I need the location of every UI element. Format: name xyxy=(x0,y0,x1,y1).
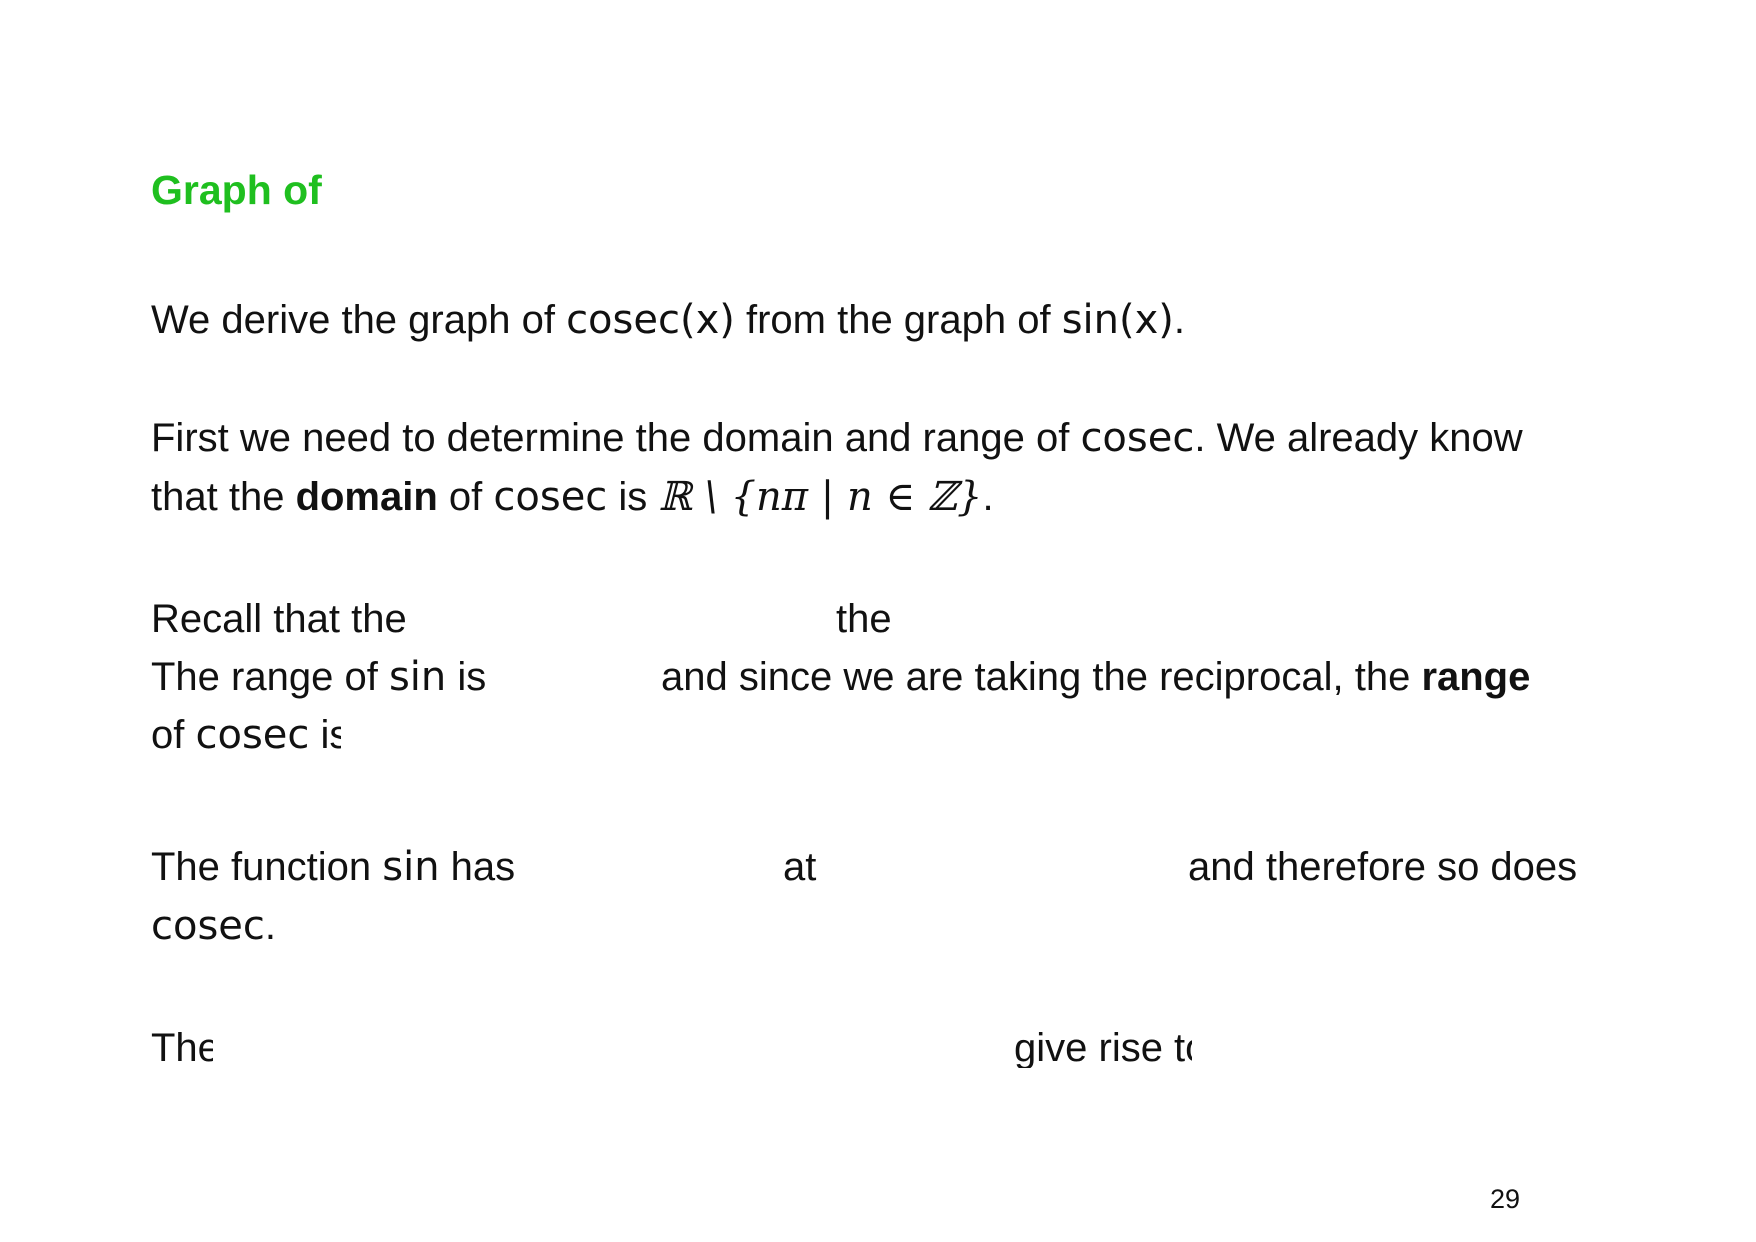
cosec-math-4: cosec xyxy=(151,903,265,949)
domain-line-1: First we need to determine the domain an… xyxy=(151,418,1523,458)
sin-math: sin xyxy=(388,654,447,700)
sin-x-math: sin(x) xyxy=(1061,297,1174,343)
intro-line: We derive the graph of cosec(x) from the… xyxy=(151,300,1185,340)
range-line-2-left: The range of sin is xyxy=(151,657,486,697)
domain-line-2: that the domain of cosec is ℝ \ {nπ | n … xyxy=(151,477,994,517)
function-line-1-mid: at xyxy=(783,845,817,889)
sin-math-2: sin xyxy=(382,844,440,890)
function-text-1: The function xyxy=(151,845,383,889)
range-text-5: is xyxy=(320,715,342,755)
cosec-math-2: cosec xyxy=(493,474,608,520)
range-text-1: The range of xyxy=(151,655,389,699)
range-bold: range xyxy=(1421,655,1531,699)
range-text-3: and since we are taking the reciprocal, … xyxy=(661,655,1422,699)
domain-bold: domain xyxy=(295,475,438,519)
domain-text-5: is xyxy=(607,475,659,519)
range-text-4: of xyxy=(151,715,196,755)
range-line-2-right: and since we are taking the reciprocal, … xyxy=(661,657,1530,697)
cosec-math-3: cosec xyxy=(195,715,310,755)
range-line-3: of cosec is xyxy=(151,715,341,755)
domain-text-6: . xyxy=(982,475,994,519)
function-text-2: has xyxy=(439,845,516,889)
domain-text-4: of xyxy=(437,475,494,519)
page-number: 29 xyxy=(1490,1184,1521,1214)
final-line-right: give rise to xyxy=(1014,1028,1192,1068)
function-line-1-left: The function sin has xyxy=(151,847,515,887)
domain-text-1: First we need to determine the domain an… xyxy=(151,416,1081,460)
function-line-2: cosec. xyxy=(151,906,276,946)
slide-title: Graph of xyxy=(151,167,322,213)
range-text-2: is xyxy=(446,655,487,699)
cosec-x-math: cosec(x) xyxy=(566,297,735,343)
cosec-math: cosec xyxy=(1080,415,1195,461)
recall-line-1-right: the xyxy=(836,597,892,641)
intro-text-1: We derive the graph of xyxy=(151,298,567,342)
recall-line-1-left: Recall that the xyxy=(151,599,407,639)
intro-text-3: . xyxy=(1173,298,1186,342)
intro-text-2: from the graph of xyxy=(734,298,1062,342)
function-text-3: . xyxy=(264,904,277,948)
function-line-1-right: and therefore so does xyxy=(1188,845,1578,889)
domain-text-2: . We already know xyxy=(1194,416,1523,460)
final-line-left: The xyxy=(151,1028,213,1068)
domain-text-3: that the xyxy=(151,475,296,519)
domain-set-math: ℝ \ {nπ | n ∈ ℤ} xyxy=(658,474,983,520)
